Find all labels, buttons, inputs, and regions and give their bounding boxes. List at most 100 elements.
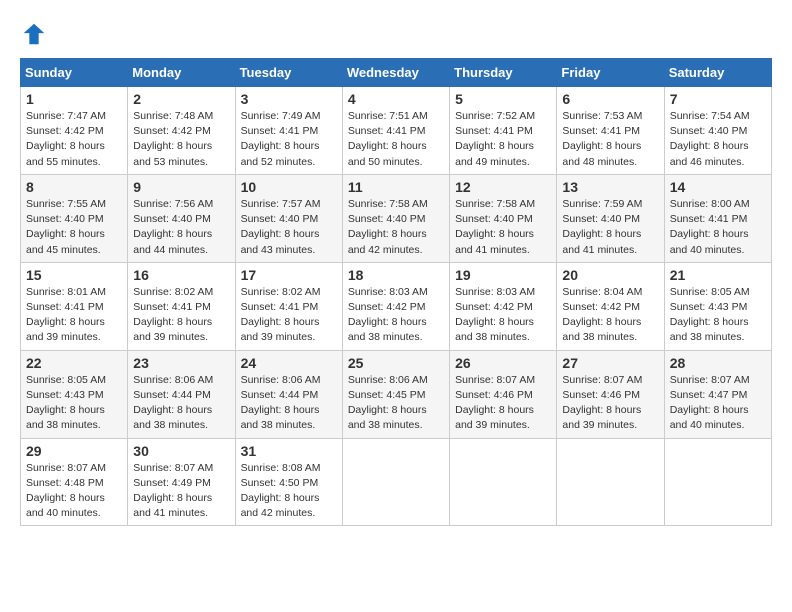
calendar-cell: 11 Sunrise: 7:58 AMSunset: 4:40 PMDaylig…	[342, 174, 449, 262]
day-number: 19	[455, 267, 551, 283]
calendar-cell: 4 Sunrise: 7:51 AMSunset: 4:41 PMDayligh…	[342, 87, 449, 175]
calendar-week-row: 29 Sunrise: 8:07 AMSunset: 4:48 PMDaylig…	[21, 438, 772, 526]
day-info: Sunrise: 8:00 AMSunset: 4:41 PMDaylight:…	[670, 198, 750, 256]
calendar-table: SundayMondayTuesdayWednesdayThursdayFrid…	[20, 58, 772, 526]
calendar-cell	[557, 438, 664, 526]
calendar-cell: 8 Sunrise: 7:55 AMSunset: 4:40 PMDayligh…	[21, 174, 128, 262]
day-info: Sunrise: 8:05 AMSunset: 4:43 PMDaylight:…	[26, 374, 106, 432]
day-info: Sunrise: 8:02 AMSunset: 4:41 PMDaylight:…	[133, 286, 213, 344]
day-info: Sunrise: 7:47 AMSunset: 4:42 PMDaylight:…	[26, 110, 106, 168]
calendar-header-sunday: Sunday	[21, 59, 128, 87]
day-number: 10	[241, 179, 337, 195]
day-info: Sunrise: 8:05 AMSunset: 4:43 PMDaylight:…	[670, 286, 750, 344]
calendar-cell	[664, 438, 771, 526]
calendar-header-friday: Friday	[557, 59, 664, 87]
day-number: 21	[670, 267, 766, 283]
day-info: Sunrise: 7:51 AMSunset: 4:41 PMDaylight:…	[348, 110, 428, 168]
calendar-cell: 14 Sunrise: 8:00 AMSunset: 4:41 PMDaylig…	[664, 174, 771, 262]
calendar-cell: 2 Sunrise: 7:48 AMSunset: 4:42 PMDayligh…	[128, 87, 235, 175]
day-number: 27	[562, 355, 658, 371]
calendar-cell: 3 Sunrise: 7:49 AMSunset: 4:41 PMDayligh…	[235, 87, 342, 175]
day-info: Sunrise: 7:53 AMSunset: 4:41 PMDaylight:…	[562, 110, 642, 168]
calendar-cell: 1 Sunrise: 7:47 AMSunset: 4:42 PMDayligh…	[21, 87, 128, 175]
calendar-cell: 10 Sunrise: 7:57 AMSunset: 4:40 PMDaylig…	[235, 174, 342, 262]
calendar-cell: 25 Sunrise: 8:06 AMSunset: 4:45 PMDaylig…	[342, 350, 449, 438]
calendar-header-monday: Monday	[128, 59, 235, 87]
day-info: Sunrise: 7:48 AMSunset: 4:42 PMDaylight:…	[133, 110, 213, 168]
day-info: Sunrise: 8:03 AMSunset: 4:42 PMDaylight:…	[348, 286, 428, 344]
calendar-cell: 20 Sunrise: 8:04 AMSunset: 4:42 PMDaylig…	[557, 262, 664, 350]
logo	[20, 20, 52, 48]
calendar-cell: 21 Sunrise: 8:05 AMSunset: 4:43 PMDaylig…	[664, 262, 771, 350]
calendar-cell: 12 Sunrise: 7:58 AMSunset: 4:40 PMDaylig…	[450, 174, 557, 262]
day-number: 22	[26, 355, 122, 371]
day-number: 7	[670, 91, 766, 107]
calendar-cell: 29 Sunrise: 8:07 AMSunset: 4:48 PMDaylig…	[21, 438, 128, 526]
day-number: 15	[26, 267, 122, 283]
day-number: 12	[455, 179, 551, 195]
day-number: 2	[133, 91, 229, 107]
calendar-cell: 24 Sunrise: 8:06 AMSunset: 4:44 PMDaylig…	[235, 350, 342, 438]
calendar-cell: 30 Sunrise: 8:07 AMSunset: 4:49 PMDaylig…	[128, 438, 235, 526]
calendar-cell: 6 Sunrise: 7:53 AMSunset: 4:41 PMDayligh…	[557, 87, 664, 175]
calendar-cell: 9 Sunrise: 7:56 AMSunset: 4:40 PMDayligh…	[128, 174, 235, 262]
calendar-cell: 27 Sunrise: 8:07 AMSunset: 4:46 PMDaylig…	[557, 350, 664, 438]
day-number: 1	[26, 91, 122, 107]
day-info: Sunrise: 7:58 AMSunset: 4:40 PMDaylight:…	[455, 198, 535, 256]
calendar-header-wednesday: Wednesday	[342, 59, 449, 87]
day-number: 23	[133, 355, 229, 371]
day-info: Sunrise: 8:01 AMSunset: 4:41 PMDaylight:…	[26, 286, 106, 344]
calendar-cell: 13 Sunrise: 7:59 AMSunset: 4:40 PMDaylig…	[557, 174, 664, 262]
day-number: 18	[348, 267, 444, 283]
calendar-header-row: SundayMondayTuesdayWednesdayThursdayFrid…	[21, 59, 772, 87]
day-info: Sunrise: 8:06 AMSunset: 4:44 PMDaylight:…	[133, 374, 213, 432]
calendar-cell: 15 Sunrise: 8:01 AMSunset: 4:41 PMDaylig…	[21, 262, 128, 350]
day-info: Sunrise: 7:49 AMSunset: 4:41 PMDaylight:…	[241, 110, 321, 168]
page-header	[20, 20, 772, 48]
calendar-cell: 19 Sunrise: 8:03 AMSunset: 4:42 PMDaylig…	[450, 262, 557, 350]
day-number: 13	[562, 179, 658, 195]
day-info: Sunrise: 8:06 AMSunset: 4:45 PMDaylight:…	[348, 374, 428, 432]
day-info: Sunrise: 8:07 AMSunset: 4:49 PMDaylight:…	[133, 462, 213, 520]
day-number: 14	[670, 179, 766, 195]
day-number: 25	[348, 355, 444, 371]
day-number: 6	[562, 91, 658, 107]
day-number: 4	[348, 91, 444, 107]
day-number: 3	[241, 91, 337, 107]
day-info: Sunrise: 7:55 AMSunset: 4:40 PMDaylight:…	[26, 198, 106, 256]
calendar-cell: 5 Sunrise: 7:52 AMSunset: 4:41 PMDayligh…	[450, 87, 557, 175]
day-info: Sunrise: 8:07 AMSunset: 4:46 PMDaylight:…	[562, 374, 642, 432]
calendar-header-tuesday: Tuesday	[235, 59, 342, 87]
day-info: Sunrise: 8:03 AMSunset: 4:42 PMDaylight:…	[455, 286, 535, 344]
day-number: 9	[133, 179, 229, 195]
day-info: Sunrise: 7:59 AMSunset: 4:40 PMDaylight:…	[562, 198, 642, 256]
logo-icon	[20, 20, 48, 48]
day-info: Sunrise: 8:07 AMSunset: 4:47 PMDaylight:…	[670, 374, 750, 432]
calendar-week-row: 8 Sunrise: 7:55 AMSunset: 4:40 PMDayligh…	[21, 174, 772, 262]
day-number: 26	[455, 355, 551, 371]
day-number: 31	[241, 443, 337, 459]
day-info: Sunrise: 7:58 AMSunset: 4:40 PMDaylight:…	[348, 198, 428, 256]
day-number: 8	[26, 179, 122, 195]
day-info: Sunrise: 7:56 AMSunset: 4:40 PMDaylight:…	[133, 198, 213, 256]
calendar-cell	[342, 438, 449, 526]
day-number: 17	[241, 267, 337, 283]
day-number: 11	[348, 179, 444, 195]
day-info: Sunrise: 7:52 AMSunset: 4:41 PMDaylight:…	[455, 110, 535, 168]
day-info: Sunrise: 7:54 AMSunset: 4:40 PMDaylight:…	[670, 110, 750, 168]
day-info: Sunrise: 8:06 AMSunset: 4:44 PMDaylight:…	[241, 374, 321, 432]
calendar-header-saturday: Saturday	[664, 59, 771, 87]
calendar-cell: 22 Sunrise: 8:05 AMSunset: 4:43 PMDaylig…	[21, 350, 128, 438]
day-number: 30	[133, 443, 229, 459]
calendar-week-row: 22 Sunrise: 8:05 AMSunset: 4:43 PMDaylig…	[21, 350, 772, 438]
day-info: Sunrise: 8:07 AMSunset: 4:46 PMDaylight:…	[455, 374, 535, 432]
day-number: 20	[562, 267, 658, 283]
calendar-cell: 31 Sunrise: 8:08 AMSunset: 4:50 PMDaylig…	[235, 438, 342, 526]
day-number: 5	[455, 91, 551, 107]
calendar-cell: 17 Sunrise: 8:02 AMSunset: 4:41 PMDaylig…	[235, 262, 342, 350]
day-info: Sunrise: 8:04 AMSunset: 4:42 PMDaylight:…	[562, 286, 642, 344]
calendar-week-row: 15 Sunrise: 8:01 AMSunset: 4:41 PMDaylig…	[21, 262, 772, 350]
day-info: Sunrise: 7:57 AMSunset: 4:40 PMDaylight:…	[241, 198, 321, 256]
calendar-cell: 18 Sunrise: 8:03 AMSunset: 4:42 PMDaylig…	[342, 262, 449, 350]
day-info: Sunrise: 8:02 AMSunset: 4:41 PMDaylight:…	[241, 286, 321, 344]
